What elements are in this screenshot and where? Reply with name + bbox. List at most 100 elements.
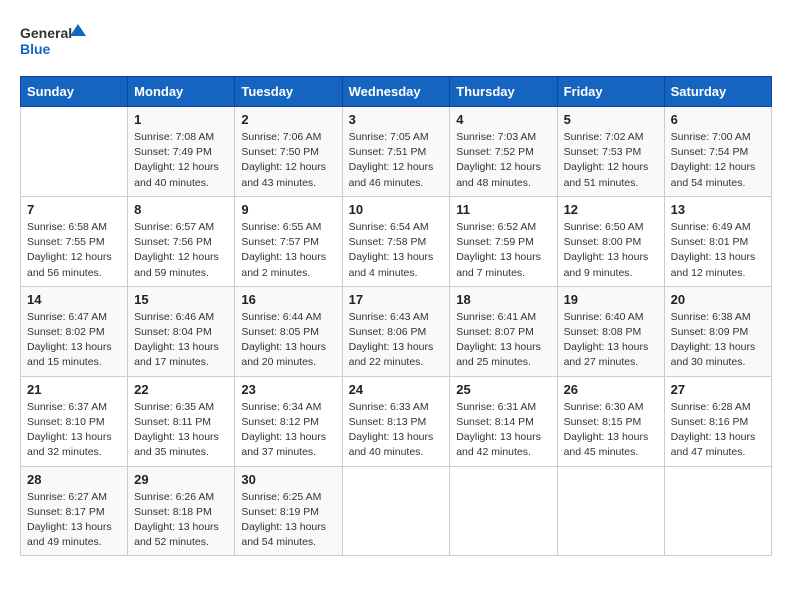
calendar-week-row: 14Sunrise: 6:47 AMSunset: 8:02 PMDayligh… [21, 286, 772, 376]
day-number: 18 [456, 292, 550, 307]
day-number: 10 [349, 202, 444, 217]
day-info: Sunrise: 7:02 AMSunset: 7:53 PMDaylight:… [564, 130, 658, 191]
header-wednesday: Wednesday [342, 77, 450, 107]
calendar-cell: 13 Sunrise: 6:49 AMSunset: 8:01 PMDayligh… [664, 196, 771, 286]
header-tuesday: Tuesday [235, 77, 342, 107]
day-info: Sunrise: 6:30 AMSunset: 8:15 PMDaylight:… [564, 400, 658, 461]
day-number: 5 [564, 112, 658, 127]
day-info: Sunrise: 7:05 AMSunset: 7:51 PMDaylight:… [349, 130, 444, 191]
day-info: Sunrise: 6:28 AMSunset: 8:16 PMDaylight:… [671, 400, 765, 461]
calendar-cell: 10 Sunrise: 6:54 AMSunset: 7:58 PMDayligh… [342, 196, 450, 286]
calendar-cell [664, 466, 771, 556]
calendar-cell [342, 466, 450, 556]
day-number: 28 [27, 472, 121, 487]
day-info: Sunrise: 6:27 AMSunset: 8:17 PMDaylight:… [27, 490, 121, 551]
calendar-cell: 16 Sunrise: 6:44 AMSunset: 8:05 PMDayligh… [235, 286, 342, 376]
svg-text:Blue: Blue [20, 41, 51, 57]
day-number: 27 [671, 382, 765, 397]
header-saturday: Saturday [664, 77, 771, 107]
calendar-week-row: 1 Sunrise: 7:08 AMSunset: 7:49 PMDaylight… [21, 107, 772, 197]
calendar-week-row: 28 Sunrise: 6:27 AMSunset: 8:17 PMDayligh… [21, 466, 772, 556]
calendar-cell: 30 Sunrise: 6:25 AMSunset: 8:19 PMDayligh… [235, 466, 342, 556]
day-info: Sunrise: 6:41 AMSunset: 8:07 PMDaylight:… [456, 310, 550, 371]
day-number: 7 [27, 202, 121, 217]
calendar-cell [21, 107, 128, 197]
day-info: Sunrise: 6:31 AMSunset: 8:14 PMDaylight:… [456, 400, 550, 461]
day-info: Sunrise: 6:55 AMSunset: 7:57 PMDaylight:… [241, 220, 335, 281]
calendar-cell: 7 Sunrise: 6:58 AMSunset: 7:55 PMDaylight… [21, 196, 128, 286]
day-info: Sunrise: 6:40 AMSunset: 8:08 PMDaylight:… [564, 310, 658, 371]
day-info: Sunrise: 6:37 AMSunset: 8:10 PMDaylight:… [27, 400, 121, 461]
day-number: 30 [241, 472, 335, 487]
calendar-cell: 20Sunrise: 6:38 AMSunset: 8:09 PMDayligh… [664, 286, 771, 376]
day-info: Sunrise: 6:49 AMSunset: 8:01 PMDaylight:… [671, 220, 765, 281]
day-number: 17 [349, 292, 444, 307]
calendar-cell: 28 Sunrise: 6:27 AMSunset: 8:17 PMDayligh… [21, 466, 128, 556]
day-info: Sunrise: 7:00 AMSunset: 7:54 PMDaylight:… [671, 130, 765, 191]
day-info: Sunrise: 6:54 AMSunset: 7:58 PMDaylight:… [349, 220, 444, 281]
calendar-cell: 25 Sunrise: 6:31 AMSunset: 8:14 PMDayligh… [450, 376, 557, 466]
day-info: Sunrise: 6:33 AMSunset: 8:13 PMDaylight:… [349, 400, 444, 461]
day-info: Sunrise: 6:34 AMSunset: 8:12 PMDaylight:… [241, 400, 335, 461]
day-number: 25 [456, 382, 550, 397]
day-number: 12 [564, 202, 658, 217]
day-info: Sunrise: 6:50 AMSunset: 8:00 PMDaylight:… [564, 220, 658, 281]
day-number: 21 [27, 382, 121, 397]
day-info: Sunrise: 6:52 AMSunset: 7:59 PMDaylight:… [456, 220, 550, 281]
day-number: 23 [241, 382, 335, 397]
calendar-cell: 23 Sunrise: 6:34 AMSunset: 8:12 PMDayligh… [235, 376, 342, 466]
calendar-week-row: 7 Sunrise: 6:58 AMSunset: 7:55 PMDaylight… [21, 196, 772, 286]
calendar-cell: 9 Sunrise: 6:55 AMSunset: 7:57 PMDaylight… [235, 196, 342, 286]
header-friday: Friday [557, 77, 664, 107]
day-info: Sunrise: 6:26 AMSunset: 8:18 PMDaylight:… [134, 490, 228, 551]
day-number: 22 [134, 382, 228, 397]
calendar-cell: 27 Sunrise: 6:28 AMSunset: 8:16 PMDayligh… [664, 376, 771, 466]
day-number: 6 [671, 112, 765, 127]
day-number: 1 [134, 112, 228, 127]
day-number: 13 [671, 202, 765, 217]
calendar-cell: 5 Sunrise: 7:02 AMSunset: 7:53 PMDaylight… [557, 107, 664, 197]
calendar-cell: 19Sunrise: 6:40 AMSunset: 8:08 PMDayligh… [557, 286, 664, 376]
calendar-cell [557, 466, 664, 556]
day-info: Sunrise: 6:25 AMSunset: 8:19 PMDaylight:… [241, 490, 335, 551]
calendar-cell: 26 Sunrise: 6:30 AMSunset: 8:15 PMDayligh… [557, 376, 664, 466]
svg-text:General: General [20, 25, 72, 41]
day-number: 8 [134, 202, 228, 217]
day-number: 2 [241, 112, 335, 127]
calendar-cell: 11 Sunrise: 6:52 AMSunset: 7:59 PMDayligh… [450, 196, 557, 286]
header-monday: Monday [128, 77, 235, 107]
calendar-table: SundayMondayTuesdayWednesdayThursdayFrid… [20, 76, 772, 556]
calendar-cell: 24 Sunrise: 6:33 AMSunset: 8:13 PMDayligh… [342, 376, 450, 466]
day-info: Sunrise: 7:08 AMSunset: 7:49 PMDaylight:… [134, 130, 228, 191]
calendar-cell: 22 Sunrise: 6:35 AMSunset: 8:11 PMDayligh… [128, 376, 235, 466]
calendar-cell: 18 Sunrise: 6:41 AMSunset: 8:07 PMDayligh… [450, 286, 557, 376]
logo-svg: General Blue [20, 20, 90, 60]
calendar-week-row: 21 Sunrise: 6:37 AMSunset: 8:10 PMDayligh… [21, 376, 772, 466]
calendar-header-row: SundayMondayTuesdayWednesdayThursdayFrid… [21, 77, 772, 107]
calendar-cell: 3 Sunrise: 7:05 AMSunset: 7:51 PMDaylight… [342, 107, 450, 197]
day-info: Sunrise: 6:47 AMSunset: 8:02 PMDaylight:… [27, 310, 121, 371]
calendar-cell [450, 466, 557, 556]
day-number: 9 [241, 202, 335, 217]
header-sunday: Sunday [21, 77, 128, 107]
calendar-cell: 8Sunrise: 6:57 AMSunset: 7:56 PMDaylight… [128, 196, 235, 286]
day-number: 24 [349, 382, 444, 397]
day-number: 11 [456, 202, 550, 217]
calendar-cell: 17 Sunrise: 6:43 AMSunset: 8:06 PMDayligh… [342, 286, 450, 376]
day-number: 20 [671, 292, 765, 307]
day-info: Sunrise: 6:43 AMSunset: 8:06 PMDaylight:… [349, 310, 444, 371]
calendar-cell: 6 Sunrise: 7:00 AMSunset: 7:54 PMDaylight… [664, 107, 771, 197]
day-number: 29 [134, 472, 228, 487]
day-number: 16 [241, 292, 335, 307]
day-info: Sunrise: 7:03 AMSunset: 7:52 PMDaylight:… [456, 130, 550, 191]
day-info: Sunrise: 6:58 AMSunset: 7:55 PMDaylight:… [27, 220, 121, 281]
calendar-cell: 12 Sunrise: 6:50 AMSunset: 8:00 PMDayligh… [557, 196, 664, 286]
day-number: 26 [564, 382, 658, 397]
page-header: General Blue [20, 20, 772, 60]
day-info: Sunrise: 6:46 AMSunset: 8:04 PMDaylight:… [134, 310, 228, 371]
day-info: Sunrise: 6:44 AMSunset: 8:05 PMDaylight:… [241, 310, 335, 371]
day-info: Sunrise: 6:35 AMSunset: 8:11 PMDaylight:… [134, 400, 228, 461]
calendar-cell: 29 Sunrise: 6:26 AMSunset: 8:18 PMDayligh… [128, 466, 235, 556]
day-number: 3 [349, 112, 444, 127]
calendar-cell: 14Sunrise: 6:47 AMSunset: 8:02 PMDayligh… [21, 286, 128, 376]
